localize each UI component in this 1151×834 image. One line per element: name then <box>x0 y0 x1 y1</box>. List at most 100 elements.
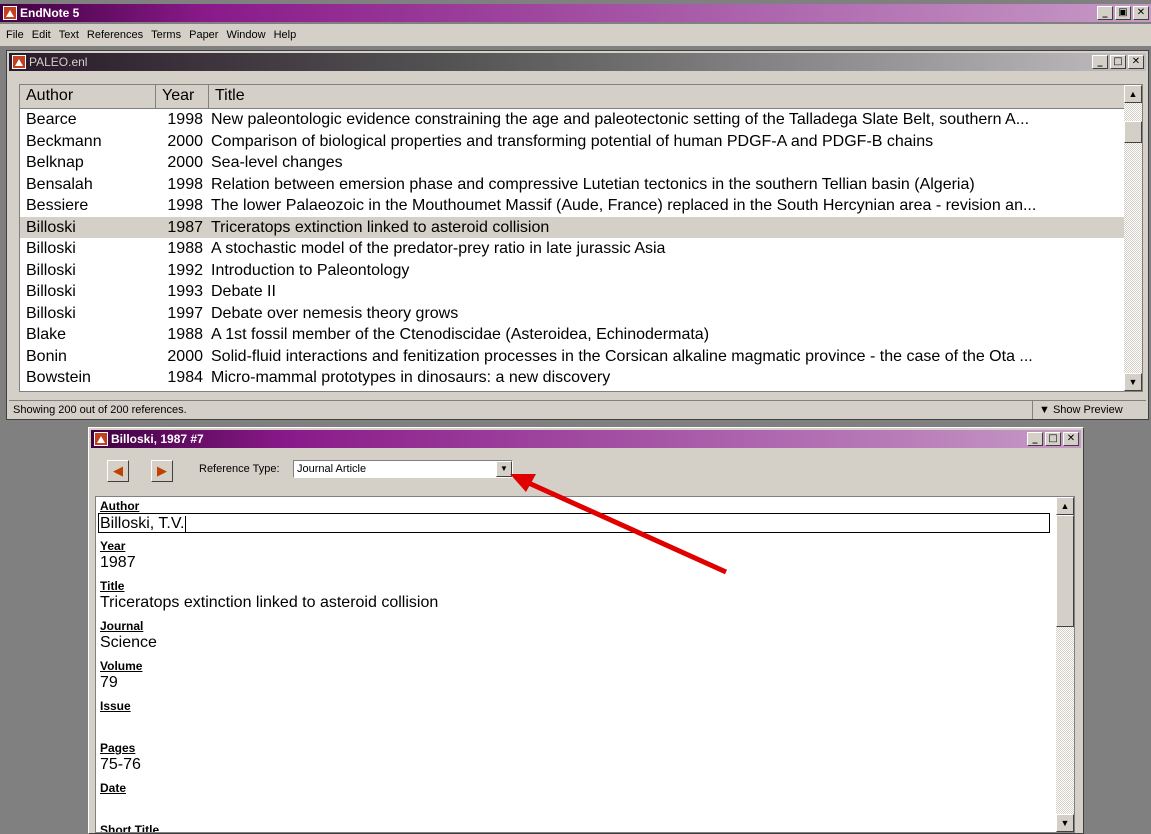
field-label: Issue <box>100 699 131 713</box>
table-row[interactable]: Bowstein 1984 Micro-mammal prototypes in d… <box>20 367 1124 389</box>
column-headers: Author Year Title <box>20 85 1124 109</box>
field-label: Author <box>100 499 140 513</box>
fields-scroll-up-button[interactable]: ▲ <box>1056 497 1074 515</box>
cell-author: Bowstein <box>20 389 156 392</box>
cell-author: Blake <box>26 326 67 343</box>
cell-year: 2000 <box>167 347 203 365</box>
library-close-button[interactable]: ✕ <box>1128 55 1144 69</box>
restore-button[interactable]: ▣ <box>1115 6 1131 20</box>
cell-title: A stochastic model of the predator-prey … <box>211 240 666 257</box>
table-row[interactable]: Billoski 1997 Debate over nemesis theory g… <box>20 303 1124 325</box>
fields-scroll-down-button[interactable]: ▼ <box>1056 814 1074 832</box>
reference-fields: Author Billoski, T.V. Year 1987 Title Tricera… <box>95 496 1075 833</box>
cell-year: 1988 <box>167 240 203 257</box>
menu-file[interactable]: File <box>4 24 30 46</box>
library-icon <box>12 55 26 69</box>
cell-title: Sea-level changes <box>211 154 343 171</box>
field-value[interactable]: Triceratops extinction linked to asteroi… <box>100 593 438 613</box>
reference-window: Billoski, 1987 #7 _ □ ✕ ◀ ▶ Reference Ty… <box>88 427 1084 834</box>
cell-author: Bessiere <box>26 197 89 214</box>
cell-year: 2000 <box>167 154 203 171</box>
cell-year: 1998 <box>167 197 203 214</box>
cell-author: Bearce <box>26 111 77 128</box>
dropdown-arrow-icon[interactable]: ▼ <box>496 461 512 477</box>
menu-references[interactable]: References <box>85 24 149 46</box>
table-row[interactable]: Bessiere 1998 The lower Palaeozoic in the … <box>20 195 1124 217</box>
reference-rows: Bearce 1998 New paleontologic evidence con… <box>20 109 1124 392</box>
library-window: PALEO.enl _ □ ✕ Author Year Title Bearce… <box>6 50 1149 420</box>
column-header-author[interactable]: Author <box>20 85 156 109</box>
cell-year: 1997 <box>167 304 203 322</box>
menu-terms[interactable]: Terms <box>149 24 187 46</box>
close-button[interactable]: ✕ <box>1133 6 1149 20</box>
menu-paper[interactable]: Paper <box>187 24 224 46</box>
scroll-down-button[interactable]: ▼ <box>1124 373 1142 391</box>
cell-title: The lower Palaeozoic in the Mouthoumet M… <box>211 197 1037 214</box>
column-header-year[interactable]: Year <box>156 85 209 109</box>
fields-scroll-thumb[interactable] <box>1056 515 1074 627</box>
menu-edit[interactable]: Edit <box>30 24 57 46</box>
cell-title: Introduction to Paleontology <box>211 261 410 279</box>
field-label: Volume <box>100 659 143 673</box>
table-row[interactable]: Blake 1988 A 1st fossil member of the Cten… <box>20 324 1124 346</box>
table-row[interactable]: Bonin 2000 Solid-fluid interactions and fe… <box>20 346 1124 368</box>
reference-toolbar: ◀ ▶ Reference Type: Journal Article ▼ <box>95 454 1075 490</box>
menu-help[interactable]: Help <box>272 24 303 46</box>
field-issue: Issue <box>100 699 131 733</box>
field-value[interactable]: 79 <box>100 673 142 693</box>
field-label: Pages <box>100 741 136 755</box>
minimize-button[interactable]: _ <box>1097 6 1113 20</box>
reference-minimize-button[interactable]: _ <box>1027 432 1043 446</box>
library-titlebar: PALEO.enl _ □ ✕ <box>9 53 1146 71</box>
scroll-thumb[interactable] <box>1124 121 1142 143</box>
reference-title: Billoski, 1987 #7 <box>111 432 204 446</box>
column-header-title[interactable]: Title <box>209 85 1124 109</box>
fields-scrollbar[interactable]: ▲ ▼ <box>1056 497 1074 832</box>
cell-title: Triceratops extinction linked to asteroi… <box>211 218 550 236</box>
next-reference-button[interactable]: ▶ <box>151 460 173 482</box>
library-minimize-button[interactable]: _ <box>1092 55 1108 69</box>
reference-list: Author Year Title Bearce 1998 New paleonto… <box>19 84 1143 392</box>
table-row[interactable]: Bearce 1998 New paleontologic evidence con… <box>20 109 1124 131</box>
show-preview-button[interactable]: ▼ Show Preview <box>1032 401 1132 419</box>
reference-type-select[interactable]: Journal Article ▼ <box>293 460 513 478</box>
previous-arrow-icon: ◀ <box>113 463 123 478</box>
table-row[interactable]: Billoski 1988 A stochastic model of the pr… <box>20 238 1124 260</box>
cell-year: 2000 <box>167 132 203 150</box>
field-label: Date <box>100 781 127 795</box>
library-title: PALEO.enl <box>29 55 88 69</box>
cell-author: Billoski <box>26 304 76 322</box>
field-date: Date <box>100 781 126 815</box>
field-value[interactable]: Science <box>100 633 157 653</box>
scroll-up-button[interactable]: ▲ <box>1124 85 1142 103</box>
field-value[interactable] <box>100 795 126 815</box>
table-row[interactable]: Beckmann 2000 Comparison of biological pro… <box>20 131 1124 153</box>
status-text: Showing 200 out of 200 references. <box>13 404 187 416</box>
table-row[interactable]: Billoski 1993 Debate II <box>20 281 1124 303</box>
library-maximize-button[interactable]: □ <box>1110 55 1126 69</box>
table-row[interactable]: Billoski 1992 Introduction to Paleontology <box>20 260 1124 282</box>
menu-window[interactable]: Window <box>224 24 271 46</box>
field-label: Title <box>100 579 125 593</box>
field-value[interactable] <box>100 713 131 733</box>
cell-title: Bidimensional spectral analysis of magne… <box>209 389 1124 392</box>
table-row[interactable]: Bensalah 1998 Relation between emersion ph… <box>20 174 1124 196</box>
endnote-app-icon <box>3 6 17 20</box>
table-row[interactable]: Bowstein2000Bidimensional spectral analy… <box>20 389 1124 392</box>
reference-type-value: Journal Article <box>297 463 367 475</box>
cell-title: A 1st fossil member of the Ctenodiscidae… <box>211 326 710 343</box>
menu-text[interactable]: Text <box>57 24 85 46</box>
cell-year: 1984 <box>167 369 203 386</box>
previous-reference-button[interactable]: ◀ <box>107 460 129 482</box>
reference-maximize-button[interactable]: □ <box>1045 432 1061 446</box>
table-row[interactable]: Belknap 2000 Sea-level changes <box>20 152 1124 174</box>
field-value[interactable]: 1987 <box>100 553 136 573</box>
field-label: Short Title <box>100 823 160 833</box>
list-scrollbar[interactable]: ▲ ▼ <box>1124 85 1142 391</box>
table-row[interactable]: Billoski 1987 Triceratops extinction linke… <box>20 216 1124 238</box>
field-value[interactable]: Billoski, T.V. <box>98 513 1050 533</box>
reference-close-button[interactable]: ✕ <box>1063 432 1079 446</box>
field-value[interactable]: 75-76 <box>100 755 141 775</box>
cell-author: Bonin <box>26 347 67 365</box>
cell-year: 2000 <box>156 389 209 392</box>
